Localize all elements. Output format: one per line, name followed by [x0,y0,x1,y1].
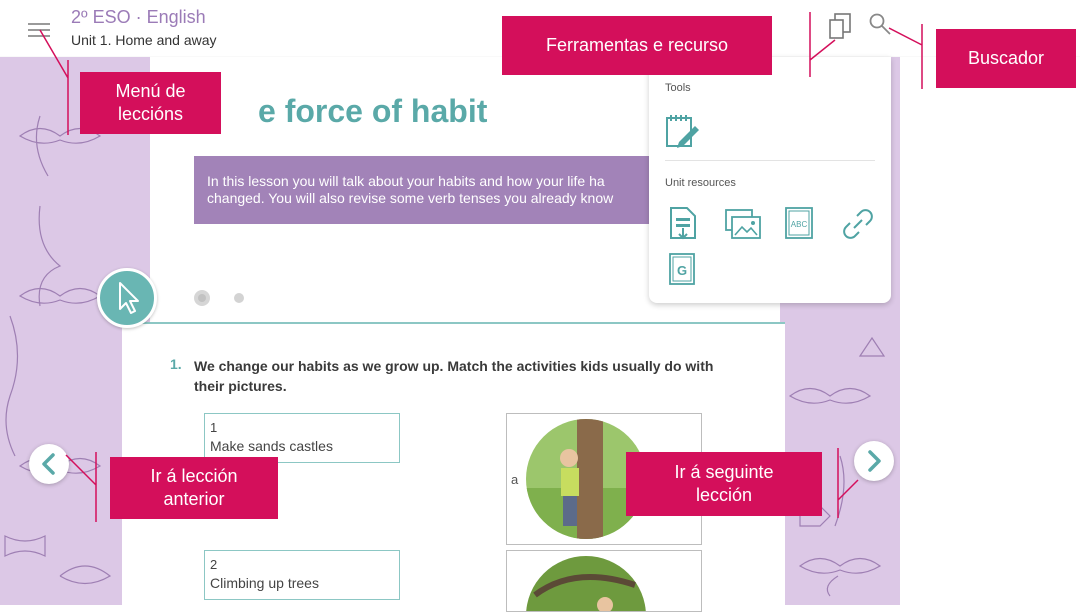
item-label: Make sands castles [210,438,333,454]
notebook-icon[interactable] [665,112,701,150]
slide-dot-active[interactable] [194,290,210,306]
interactive-cursor-button[interactable] [97,268,157,328]
match-item-2[interactable]: 2 Climbing up trees [204,550,400,600]
prev-lesson-button[interactable] [29,444,69,484]
next-lesson-button[interactable] [854,441,894,481]
exercise-instruction: We change our habits as we grow up. Matc… [194,358,714,394]
search-icon[interactable] [868,12,894,38]
lesson-intro-box: In this lesson you will talk about your … [194,156,650,224]
pointer-icon [119,282,139,314]
course-title: 2º ESO · English [71,7,206,27]
lesson-intro-text: In this lesson you will talk about your … [207,173,614,206]
link-icon[interactable] [840,206,876,242]
lesson-title: e force of habit [258,93,488,129]
tools-heading: Tools [665,82,691,94]
chevron-right-icon [868,450,881,472]
picture-letter: a [511,472,519,487]
callout-prev-lesson: Ir á lección anterior [110,457,278,519]
tools-separator [665,160,875,161]
gallery-icon[interactable] [724,208,762,240]
item-label: Climbing up trees [210,575,319,591]
item-number: 2 [210,557,218,572]
exercise-number: 1. [170,356,182,372]
tree-photo [526,556,646,611]
grammar-icon[interactable]: G [668,252,698,288]
match-item-1[interactable]: 1 Make sands castles [204,413,400,463]
chevron-left-icon [42,453,55,475]
slide-dot[interactable] [234,293,244,303]
callout-search: Buscador [936,29,1076,88]
callout-next-lesson: Ir á seguinte lección [626,452,822,516]
resources-heading: Unit resources [665,177,736,189]
match-picture-b[interactable] [506,550,702,612]
tools-icon[interactable] [828,12,852,40]
unit-title: Unit 1. Home and away [71,32,217,48]
svg-text:G: G [677,263,687,278]
abc-glossary-icon[interactable]: ABC [784,206,816,242]
callout-tools: Ferramentas e recurso [502,16,772,75]
menu-icon[interactable] [28,23,50,37]
callout-lessons-menu: Menú de leccións [80,72,221,134]
document-download-icon[interactable] [668,206,698,242]
svg-text:ABC: ABC [791,220,808,229]
item-number: 1 [210,420,218,435]
